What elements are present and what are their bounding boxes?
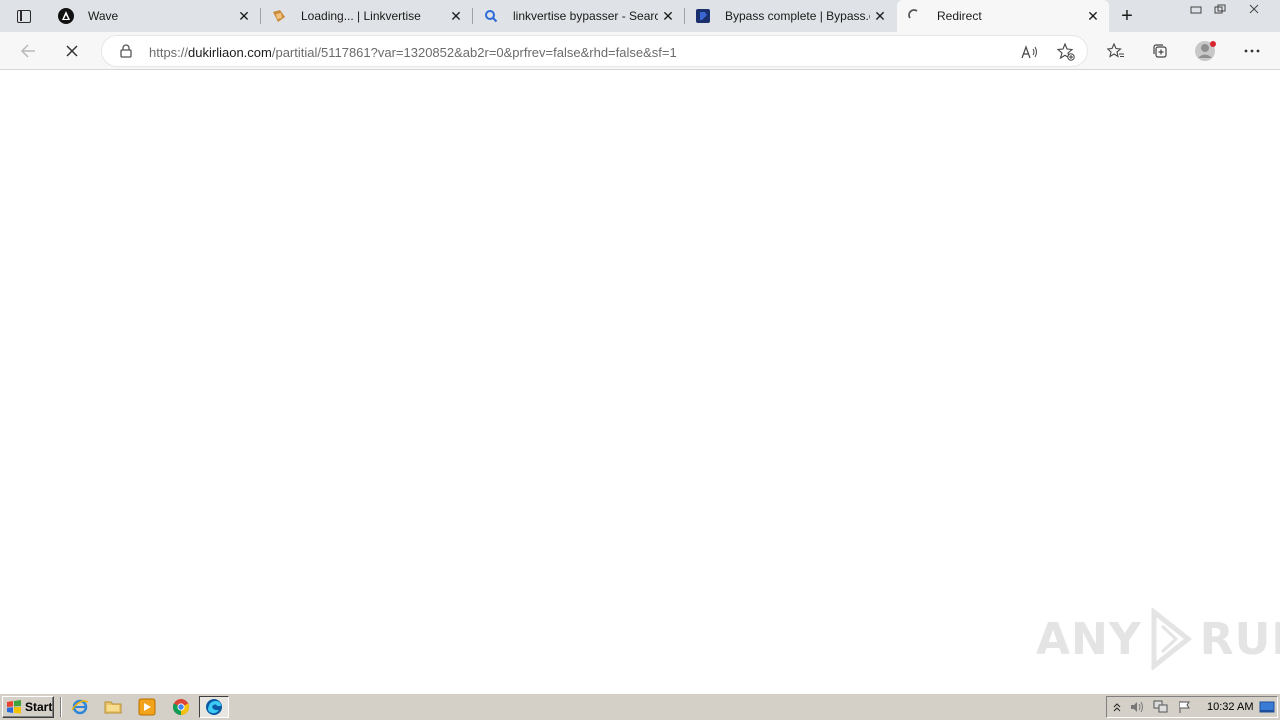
back-button[interactable]	[13, 36, 43, 66]
close-icon[interactable]: ✕	[1083, 6, 1103, 26]
collections-icon	[1153, 44, 1167, 58]
wave-logo-icon	[58, 8, 74, 24]
tab-linkvertise[interactable]: Loading... | Linkvertise ✕	[261, 0, 473, 32]
page-content	[0, 71, 1280, 693]
chrome-icon[interactable]	[171, 698, 191, 716]
tab-title: linkvertise bypasser - Search	[513, 9, 658, 23]
tray-expand-icon[interactable]	[1109, 700, 1125, 714]
minimize-button[interactable]	[1184, 0, 1208, 18]
lock-icon	[120, 44, 132, 58]
favorites-button[interactable]	[1101, 36, 1131, 66]
stop-icon	[66, 45, 78, 57]
avatar-icon	[1195, 41, 1216, 61]
tab-wave[interactable]: Wave ✕	[48, 0, 261, 32]
bypass-ci-icon	[695, 8, 711, 24]
profile-button[interactable]	[1191, 36, 1221, 66]
address-url[interactable]: https://dukirliaon.com/partitial/5117861…	[149, 45, 677, 60]
close-icon[interactable]: ✕	[870, 6, 890, 26]
action-center-flag-icon[interactable]	[1177, 700, 1193, 714]
file-explorer-icon[interactable]	[103, 698, 123, 716]
close-icon[interactable]: ✕	[446, 6, 466, 26]
network-icon[interactable]	[1153, 700, 1169, 714]
tab-actions-icon	[17, 9, 31, 23]
more-menu-button[interactable]	[1237, 36, 1267, 66]
tab-title: Wave	[88, 9, 119, 23]
close-window-button[interactable]	[1240, 0, 1268, 18]
internet-explorer-icon[interactable]	[70, 698, 90, 716]
tab-search[interactable]: linkvertise bypasser - Search ✕	[473, 0, 685, 32]
back-arrow-icon	[20, 44, 35, 58]
tab-redirect[interactable]: Redirect ✕	[897, 0, 1109, 32]
browser-toolbar: https://dukirliaon.com/partitial/5117861…	[0, 32, 1280, 70]
new-tab-button[interactable]: +	[1114, 4, 1140, 28]
read-aloud-icon[interactable]	[1019, 41, 1041, 63]
clock: 10:32 AM	[1207, 701, 1254, 713]
volume-icon[interactable]	[1129, 700, 1145, 714]
search-icon	[483, 8, 499, 24]
favorites-icon	[1107, 43, 1124, 58]
tab-title: Bypass complete | Bypass.ci	[725, 9, 870, 23]
tab-actions-button[interactable]	[8, 4, 40, 28]
stop-loading-button[interactable]	[57, 36, 87, 66]
close-icon[interactable]: ✕	[658, 6, 678, 26]
close-icon[interactable]: ✕	[234, 6, 254, 26]
tab-title: Redirect	[937, 9, 982, 23]
address-bar[interactable]: https://dukirliaon.com/partitial/5117861…	[101, 35, 1088, 67]
start-button[interactable]: Start	[2, 696, 54, 718]
system-tray: 10:32 AM	[1106, 696, 1278, 718]
add-favorite-icon[interactable]	[1055, 41, 1077, 63]
restore-button[interactable]	[1208, 0, 1232, 18]
loading-spinner-icon	[907, 8, 923, 24]
plus-icon: +	[1121, 4, 1133, 27]
anyrun-watermark: ANY RUN	[1036, 606, 1280, 672]
tab-title: Loading... | Linkvertise	[301, 9, 421, 23]
media-player-icon[interactable]	[137, 698, 157, 716]
more-icon	[1244, 49, 1260, 53]
tab-bypass-ci[interactable]: Bypass complete | Bypass.ci ✕	[685, 0, 896, 32]
windows-logo-icon	[7, 700, 21, 714]
tab-strip: Wave ✕ Loading... | Linkvertise ✕ linkve…	[0, 0, 1280, 32]
linkvertise-icon	[271, 8, 287, 24]
taskbar: Start 10:32 AM	[0, 693, 1280, 720]
collections-button[interactable]	[1145, 36, 1175, 66]
edge-icon[interactable]	[199, 696, 229, 718]
play-logo-icon	[1151, 608, 1192, 670]
show-desktop-icon[interactable]	[1259, 700, 1275, 714]
